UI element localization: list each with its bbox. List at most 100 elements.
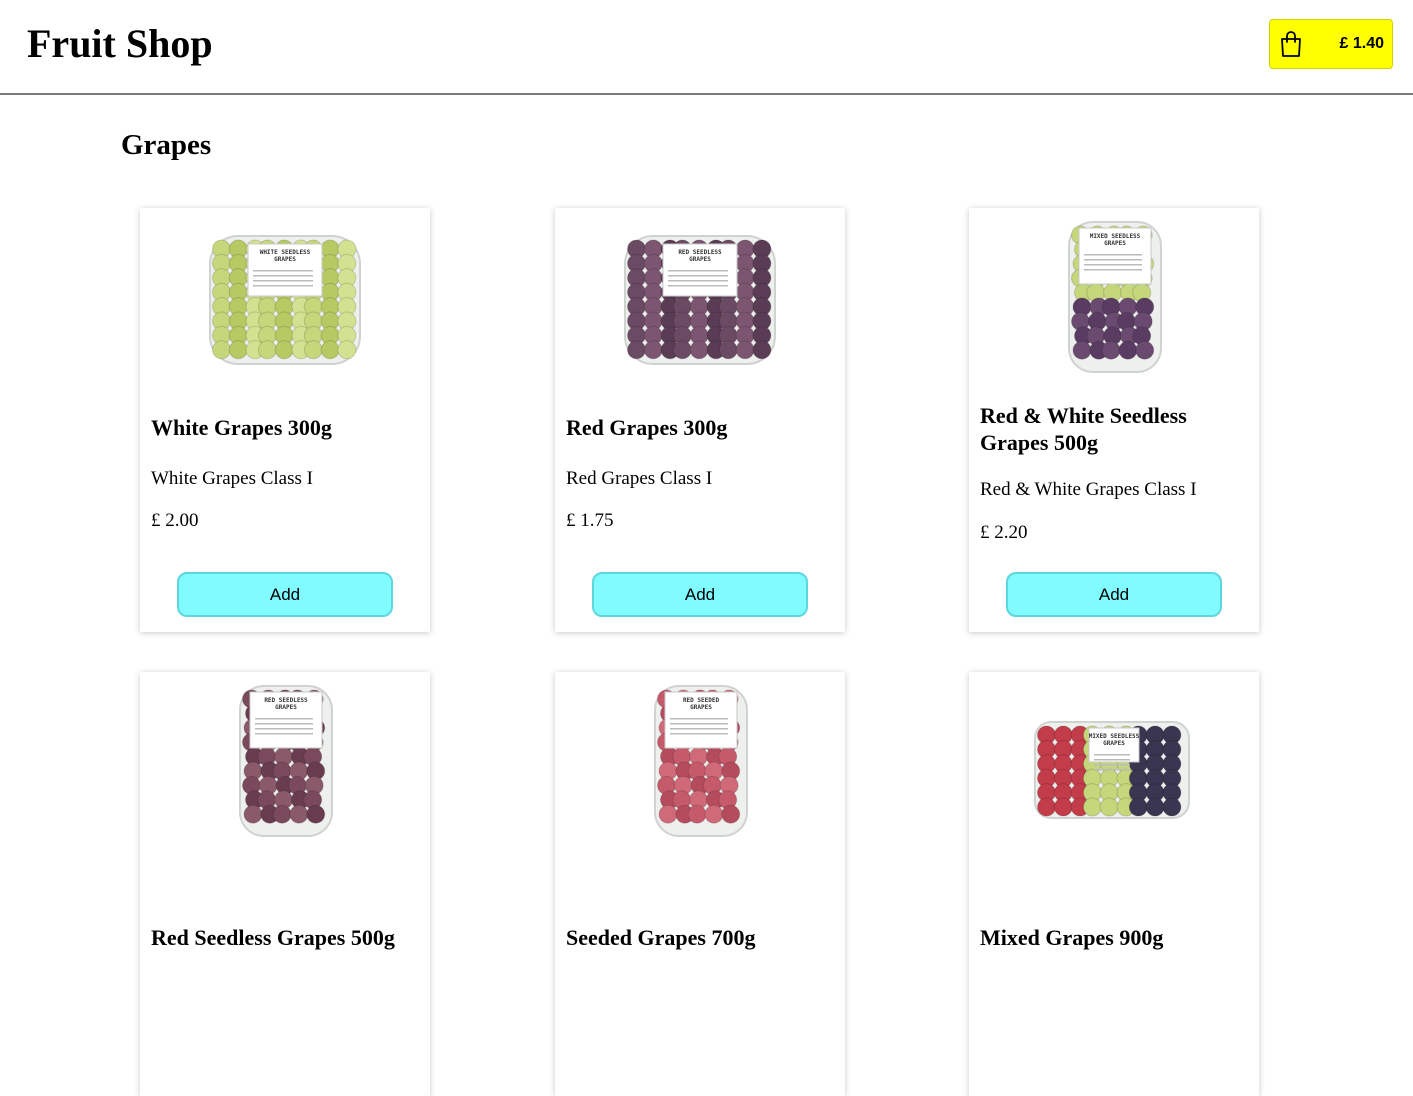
grape — [672, 340, 692, 360]
package-label-line — [253, 285, 313, 287]
product-image: RED SEEDLESSGRAPES — [624, 235, 776, 365]
product-card: WHITE SEEDLESS GRAPES White Grapes 300g W… — [140, 208, 430, 632]
product-description: Red Grapes Class I — [566, 467, 713, 489]
add-button[interactable]: Add — [1006, 572, 1222, 617]
product-price: £ 2.20 — [980, 521, 1028, 543]
package-label-text: MIXED SEEDLESS — [1090, 233, 1141, 240]
grape — [752, 340, 772, 360]
product-card: RED SEEDLESS GRAPES Red Seedless Grapes 5… — [140, 672, 430, 1096]
package-label-line — [255, 718, 313, 720]
package-label-line — [253, 270, 313, 272]
product-price: £ 1.75 — [566, 509, 614, 531]
product-card: MIXED SEEDLESS GRAPES Red & White Seedles… — [969, 208, 1259, 632]
grape — [627, 340, 646, 360]
add-button[interactable]: Add — [592, 572, 808, 617]
grape — [1145, 797, 1165, 817]
product-info: White Grapes 300g White Grapes Class I £… — [151, 393, 420, 553]
package-label-line — [1094, 769, 1130, 771]
package-label-line — [670, 718, 728, 720]
package-label-text: GRAPES — [1103, 740, 1125, 747]
product-description: Red & White Grapes Class I — [980, 478, 1197, 500]
grape — [1037, 797, 1056, 817]
grape — [1118, 340, 1138, 360]
product-card: RED SEEDLESS GRAPES Red Grapes 300g Red G… — [555, 208, 845, 632]
package-label-line — [1084, 269, 1142, 271]
package-label-line — [668, 270, 728, 272]
product-image: MIXED SEEDLESSGRAPES — [1034, 721, 1190, 819]
package-label-line — [255, 723, 313, 725]
product-image: WHITE SEEDLESSGRAPES — [209, 235, 361, 365]
grape — [306, 804, 326, 824]
product-card: RED SEEDED GRAPES Seeded Grapes 700g — [555, 672, 845, 1096]
product-name: Red & White Seedless Grapes 500g — [980, 402, 1187, 455]
product-image: MIXED SEEDLESSGRAPES — [1068, 221, 1162, 373]
product-info: Red & White Seedless Grapes 500g Red & W… — [980, 393, 1249, 553]
product-image: RED SEEDLESSGRAPES — [239, 685, 333, 837]
grape — [718, 340, 738, 360]
package-label-line — [668, 275, 728, 277]
package-label-line — [255, 733, 313, 735]
package-label-line — [1094, 754, 1130, 756]
grape — [704, 804, 724, 824]
grape — [1135, 340, 1155, 360]
package-label-line — [1094, 764, 1130, 766]
package-label-line — [1094, 759, 1130, 761]
grape — [320, 340, 340, 360]
product-card: MIXED SEEDLESS GRAPES Mixed Grapes 900g — [969, 672, 1259, 1096]
package-label-line — [255, 728, 313, 730]
package-label-line — [1084, 254, 1142, 256]
package-label-text: RED SEEDED — [683, 697, 720, 704]
grape — [212, 340, 231, 360]
grape — [243, 804, 263, 824]
package-label-text: GRAPES — [274, 256, 296, 263]
product-info: Seeded Grapes 700g — [566, 857, 835, 1017]
product-name: Red Seedless Grapes 500g — [151, 924, 395, 950]
product-info: Red Seedless Grapes 500g — [151, 857, 420, 1017]
grape — [658, 804, 678, 824]
package-label-text: RED SEEDLESS — [264, 697, 308, 704]
product-image: RED SEEDEDGRAPES — [654, 685, 748, 837]
grape — [687, 804, 707, 824]
grape — [228, 340, 248, 360]
package-label-line — [668, 285, 728, 287]
grape — [735, 340, 755, 360]
product-name: White Grapes 300g — [151, 414, 332, 440]
grape — [689, 340, 709, 360]
grape — [1162, 797, 1182, 817]
product-info: Red Grapes 300g Red Grapes Class I £ 1.7… — [566, 393, 835, 553]
grape — [721, 804, 741, 824]
package-label-line — [670, 733, 728, 735]
add-button[interactable]: Add — [177, 572, 393, 617]
grape — [1072, 340, 1092, 360]
grape — [1128, 797, 1148, 817]
grape — [1101, 340, 1121, 360]
product-grid: WHITE SEEDLESS GRAPES White Grapes 300g W… — [0, 0, 1413, 1096]
grape — [337, 340, 357, 360]
grape — [257, 340, 277, 360]
grape — [274, 340, 294, 360]
grape — [303, 340, 323, 360]
package-label-text: GRAPES — [275, 704, 297, 711]
grape — [1053, 797, 1073, 817]
product-description: White Grapes Class I — [151, 467, 313, 489]
package-label-line — [253, 280, 313, 282]
package-label-line — [253, 275, 313, 277]
package-label-line — [670, 728, 728, 730]
product-info: Mixed Grapes 900g — [980, 857, 1249, 1017]
product-name: Seeded Grapes 700g — [566, 924, 756, 950]
product-price: £ 2.00 — [151, 509, 199, 531]
grape — [643, 340, 663, 360]
grape — [272, 804, 292, 824]
package-label-line — [1084, 259, 1142, 261]
grape — [1099, 797, 1119, 817]
product-name: Red Grapes 300g — [566, 414, 728, 440]
package-label-line — [668, 280, 728, 282]
grape — [289, 804, 309, 824]
package-label-text: GRAPES — [1104, 240, 1126, 247]
package-label-text: WHITE SEEDLESS — [260, 249, 311, 256]
grape — [1082, 797, 1102, 817]
package-label-text: GRAPES — [689, 256, 711, 263]
package-label-line — [1084, 264, 1142, 266]
package-label-text: MIXED SEEDLESS — [1089, 733, 1140, 740]
package-label-line — [670, 723, 728, 725]
